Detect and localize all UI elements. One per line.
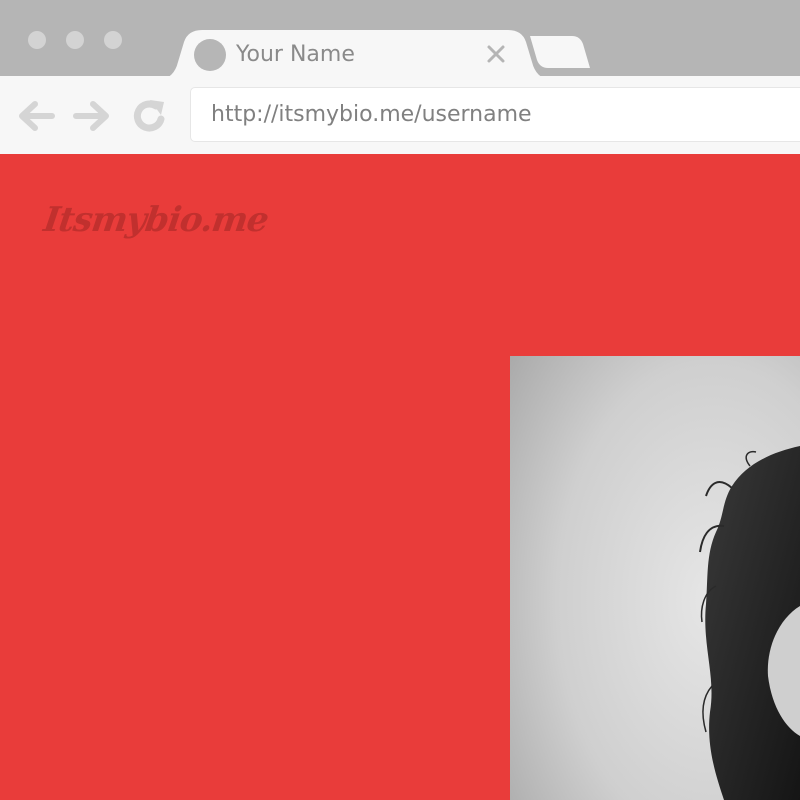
browser-toolbar: http://itsmybio.me/username (0, 76, 800, 154)
arrow-left-icon[interactable] (16, 96, 56, 136)
browser-window: Your Name http://itsmybio.me/username It… (0, 0, 800, 800)
profile-photo (510, 356, 800, 800)
new-tab-button[interactable] (530, 36, 590, 68)
circle-favicon-icon (194, 39, 226, 71)
tab-title: Your Name (236, 42, 355, 67)
address-bar[interactable]: http://itsmybio.me/username (190, 87, 800, 142)
arrow-right-icon[interactable] (72, 96, 112, 136)
url-text[interactable]: http://itsmybio.me/username (211, 100, 532, 130)
reload-icon[interactable] (130, 96, 170, 136)
site-logo[interactable]: Itsmybio.me (41, 200, 270, 240)
close-icon[interactable] (484, 42, 508, 66)
tab-strip: Your Name (0, 0, 800, 80)
tab-shapes (160, 30, 590, 80)
